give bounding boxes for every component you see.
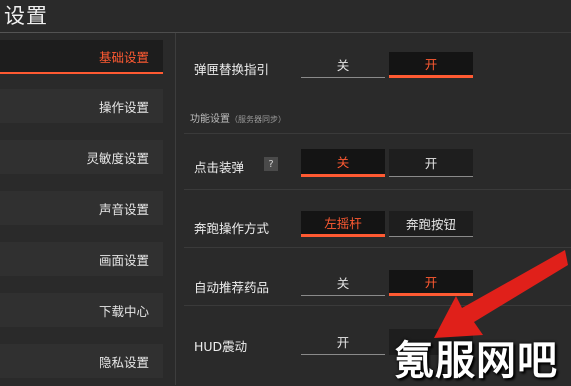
watermark: 氪服网吧: [394, 338, 558, 384]
arrow-shape: [434, 250, 568, 338]
